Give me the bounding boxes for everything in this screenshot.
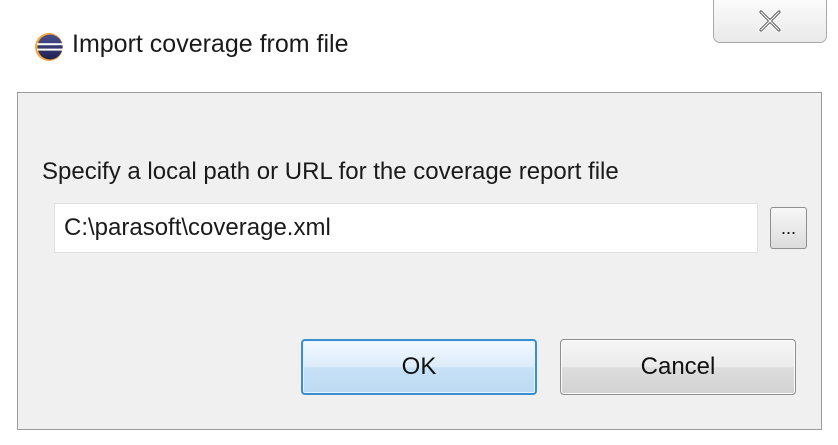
dialog-title: Import coverage from file bbox=[72, 30, 349, 58]
close-button[interactable] bbox=[713, 0, 827, 43]
title-bar: Import coverage from file bbox=[0, 0, 838, 92]
coverage-path-input[interactable] bbox=[54, 203, 758, 253]
cancel-button[interactable]: Cancel bbox=[560, 339, 796, 395]
import-coverage-dialog: Import coverage from file Specify a loca… bbox=[0, 0, 838, 445]
close-icon bbox=[758, 10, 782, 32]
browse-button[interactable]: ... bbox=[770, 207, 807, 249]
window-frame bbox=[0, 92, 17, 445]
eclipse-icon bbox=[35, 33, 63, 61]
ok-button[interactable]: OK bbox=[301, 339, 537, 395]
path-prompt-label: Specify a local path or URL for the cove… bbox=[42, 158, 619, 185]
dialog-client-area: Specify a local path or URL for the cove… bbox=[17, 92, 822, 430]
